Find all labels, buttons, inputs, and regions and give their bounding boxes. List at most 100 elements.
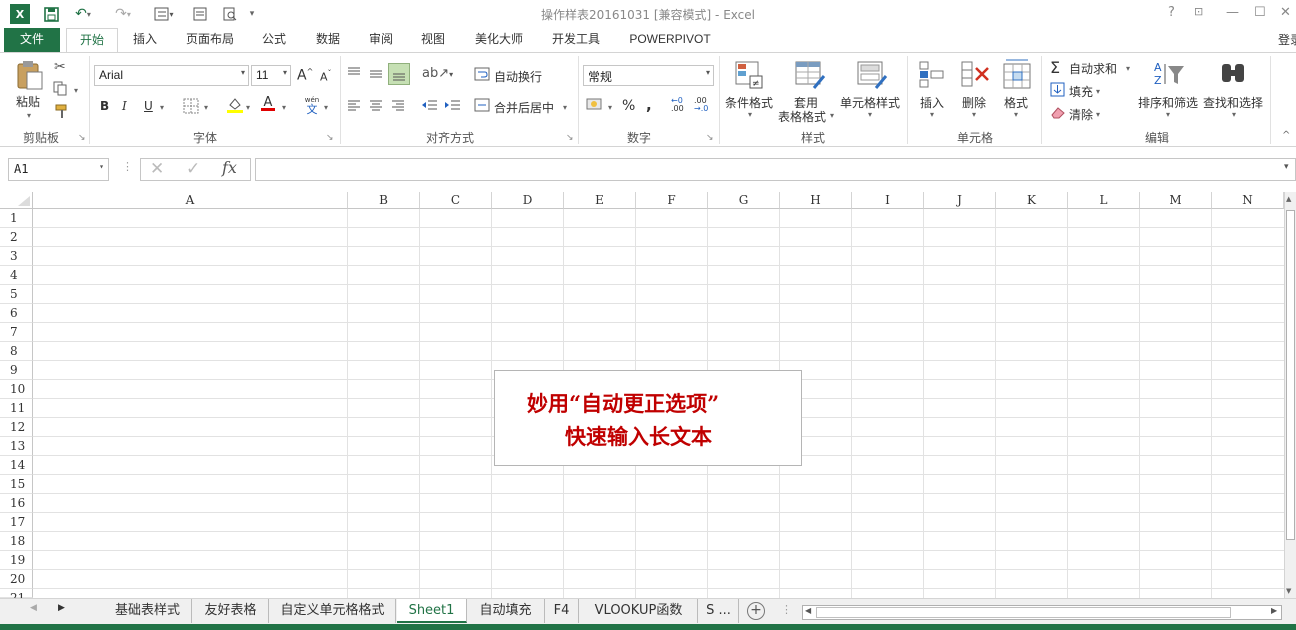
wrap-text-button[interactable]: 自动换行 — [494, 68, 542, 85]
collapse-ribbon-icon[interactable]: ^ — [1282, 130, 1290, 141]
fill-color-dropdown-icon[interactable]: ▾ — [246, 103, 250, 112]
column-header-a[interactable]: A — [33, 192, 348, 209]
select-all-corner[interactable] — [0, 192, 33, 209]
tab-view[interactable]: 视图 — [412, 28, 454, 52]
clear-icon[interactable] — [1050, 105, 1066, 122]
tab-formulas[interactable]: 公式 — [254, 28, 294, 52]
delete-cells-button[interactable]: 删除 — [962, 94, 986, 111]
merge-dropdown-icon[interactable]: ▾ — [563, 103, 567, 112]
font-color-button[interactable]: A — [261, 95, 275, 111]
row-header-21[interactable]: 21 — [0, 589, 33, 605]
orientation-icon[interactable]: ab↗▾ — [422, 66, 453, 81]
cell-styles-button[interactable]: 单元格样式 — [840, 94, 900, 111]
row-header-3[interactable]: 3 — [0, 247, 33, 266]
sort-dropdown-icon[interactable]: ▾ — [1166, 110, 1170, 119]
column-header-h[interactable]: H — [780, 192, 852, 209]
autosum-button[interactable]: 自动求和 — [1069, 60, 1117, 77]
phonetic-button[interactable]: wén 文 — [304, 95, 320, 115]
insert-function-icon[interactable]: fx — [222, 158, 237, 177]
find-dropdown-icon[interactable]: ▾ — [1232, 110, 1236, 119]
delete-dropdown-icon[interactable]: ▾ — [972, 110, 976, 119]
fill-button[interactable]: 填充 — [1069, 83, 1093, 100]
merge-center-icon[interactable] — [474, 98, 490, 115]
increase-indent-icon[interactable] — [443, 98, 461, 115]
cell-styles-icon[interactable] — [856, 60, 888, 93]
accounting-dropdown-icon[interactable]: ▾ — [608, 103, 612, 112]
align-left-icon[interactable] — [346, 98, 362, 115]
format-as-table-icon[interactable] — [794, 60, 826, 93]
font-launcher-icon[interactable]: ↘ — [326, 133, 334, 143]
sheet-tab[interactable]: 基础表样式 — [104, 599, 192, 623]
align-middle-icon[interactable] — [368, 66, 384, 83]
font-color-dropdown-icon[interactable]: ▾ — [282, 103, 286, 112]
paste-button[interactable]: 粘贴 — [16, 93, 40, 110]
comma-button[interactable]: , — [646, 96, 652, 114]
borders-dropdown-icon[interactable]: ▾ — [204, 103, 208, 112]
tab-powerpivot[interactable]: POWERPIVOT — [622, 28, 718, 52]
scroll-left-icon[interactable]: ◀ — [805, 606, 811, 615]
column-header-i[interactable]: I — [852, 192, 924, 209]
sort-filter-button[interactable]: 排序和筛选 — [1138, 94, 1198, 111]
clear-button[interactable]: 清除 — [1069, 106, 1093, 123]
fill-dropdown-icon[interactable]: ▾ — [1096, 87, 1100, 96]
sheet-tab[interactable]: 自定义单元格格式 — [270, 599, 396, 623]
format-as-table-dropdown-icon[interactable]: ▾ — [830, 111, 834, 120]
sheet-tab[interactable]: VLOOKUP函数 — [580, 599, 698, 623]
underline-dropdown-icon[interactable]: ▾ — [160, 103, 164, 112]
decrease-indent-icon[interactable] — [420, 98, 438, 115]
row-header-17[interactable]: 17 — [0, 513, 33, 532]
increase-decimal-button[interactable]: ←0.00 — [671, 97, 689, 113]
add-sheet-icon[interactable]: + — [747, 602, 765, 620]
ribbon-display-button[interactable]: ⊡ — [1194, 5, 1203, 18]
bold-button[interactable]: B — [100, 99, 109, 113]
cancel-entry-icon[interactable]: ✕ — [150, 159, 164, 179]
sheet-tab[interactable]: S ... — [699, 599, 739, 623]
scroll-down-icon[interactable]: ▼ — [1286, 587, 1291, 595]
fill-icon[interactable] — [1050, 82, 1065, 100]
font-size-combo[interactable]: 11 ▾ — [251, 65, 291, 86]
column-header-m[interactable]: M — [1140, 192, 1212, 209]
enter-entry-icon[interactable]: ✓ — [186, 159, 200, 179]
copy-icon[interactable] — [53, 81, 69, 99]
help-button[interactable]: ? — [1168, 5, 1175, 20]
insert-cells-button[interactable]: 插入 — [920, 94, 944, 111]
fill-color-icon[interactable] — [226, 96, 244, 117]
tab-review[interactable]: 审阅 — [360, 28, 402, 52]
cut-icon[interactable]: ✂ — [54, 59, 66, 75]
row-header-8[interactable]: 8 — [0, 342, 33, 361]
column-header-l[interactable]: L — [1068, 192, 1140, 209]
find-select-icon[interactable] — [1218, 60, 1248, 91]
format-cells-button[interactable]: 格式 — [1004, 94, 1028, 111]
column-header-e[interactable]: E — [564, 192, 636, 209]
merge-center-button[interactable]: 合并后居中 — [494, 99, 554, 116]
format-as-table-line2[interactable]: 表格格式 — [778, 108, 826, 125]
row-header-2[interactable]: 2 — [0, 228, 33, 247]
grow-font-button[interactable]: A^ — [297, 67, 313, 84]
decrease-decimal-button[interactable]: .00 →.0 — [694, 97, 712, 113]
percent-button[interactable]: % — [622, 98, 635, 114]
row-header-5[interactable]: 5 — [0, 285, 33, 304]
underline-button[interactable]: U — [144, 99, 153, 113]
column-header-j[interactable]: J — [924, 192, 996, 209]
conditional-formatting-icon[interactable]: ≠ — [734, 60, 764, 93]
number-launcher-icon[interactable]: ↘ — [706, 133, 714, 143]
row-header-11[interactable]: 11 — [0, 399, 33, 418]
maximize-button[interactable]: ☐ — [1254, 5, 1266, 20]
row-header-18[interactable]: 18 — [0, 532, 33, 551]
number-format-combo[interactable]: 常规 ▾ — [583, 65, 714, 86]
shrink-font-button[interactable]: Aˇ — [320, 69, 332, 84]
expand-formula-icon[interactable]: ▾ — [1284, 162, 1289, 172]
next-sheet-icon[interactable]: ▶ — [58, 603, 65, 613]
column-header-d[interactable]: D — [492, 192, 564, 209]
tab-beautify[interactable]: 美化大师 — [466, 28, 532, 52]
close-button[interactable]: ✕ — [1280, 5, 1291, 20]
copy-dropdown-icon[interactable]: ▾ — [74, 86, 78, 95]
format-painter-icon[interactable] — [54, 103, 70, 122]
tab-home[interactable]: 开始 — [66, 28, 118, 53]
sheet-tab[interactable]: Sheet1 — [397, 599, 467, 623]
phonetic-dropdown-icon[interactable]: ▾ — [324, 103, 328, 112]
note-textbox[interactable]: 妙用“自动更正选项” 快速输入长文本 — [494, 370, 802, 466]
scroll-up-icon[interactable]: ▲ — [1286, 195, 1291, 203]
delete-cells-icon[interactable] — [960, 60, 990, 93]
find-select-button[interactable]: 查找和选择 — [1203, 94, 1263, 111]
